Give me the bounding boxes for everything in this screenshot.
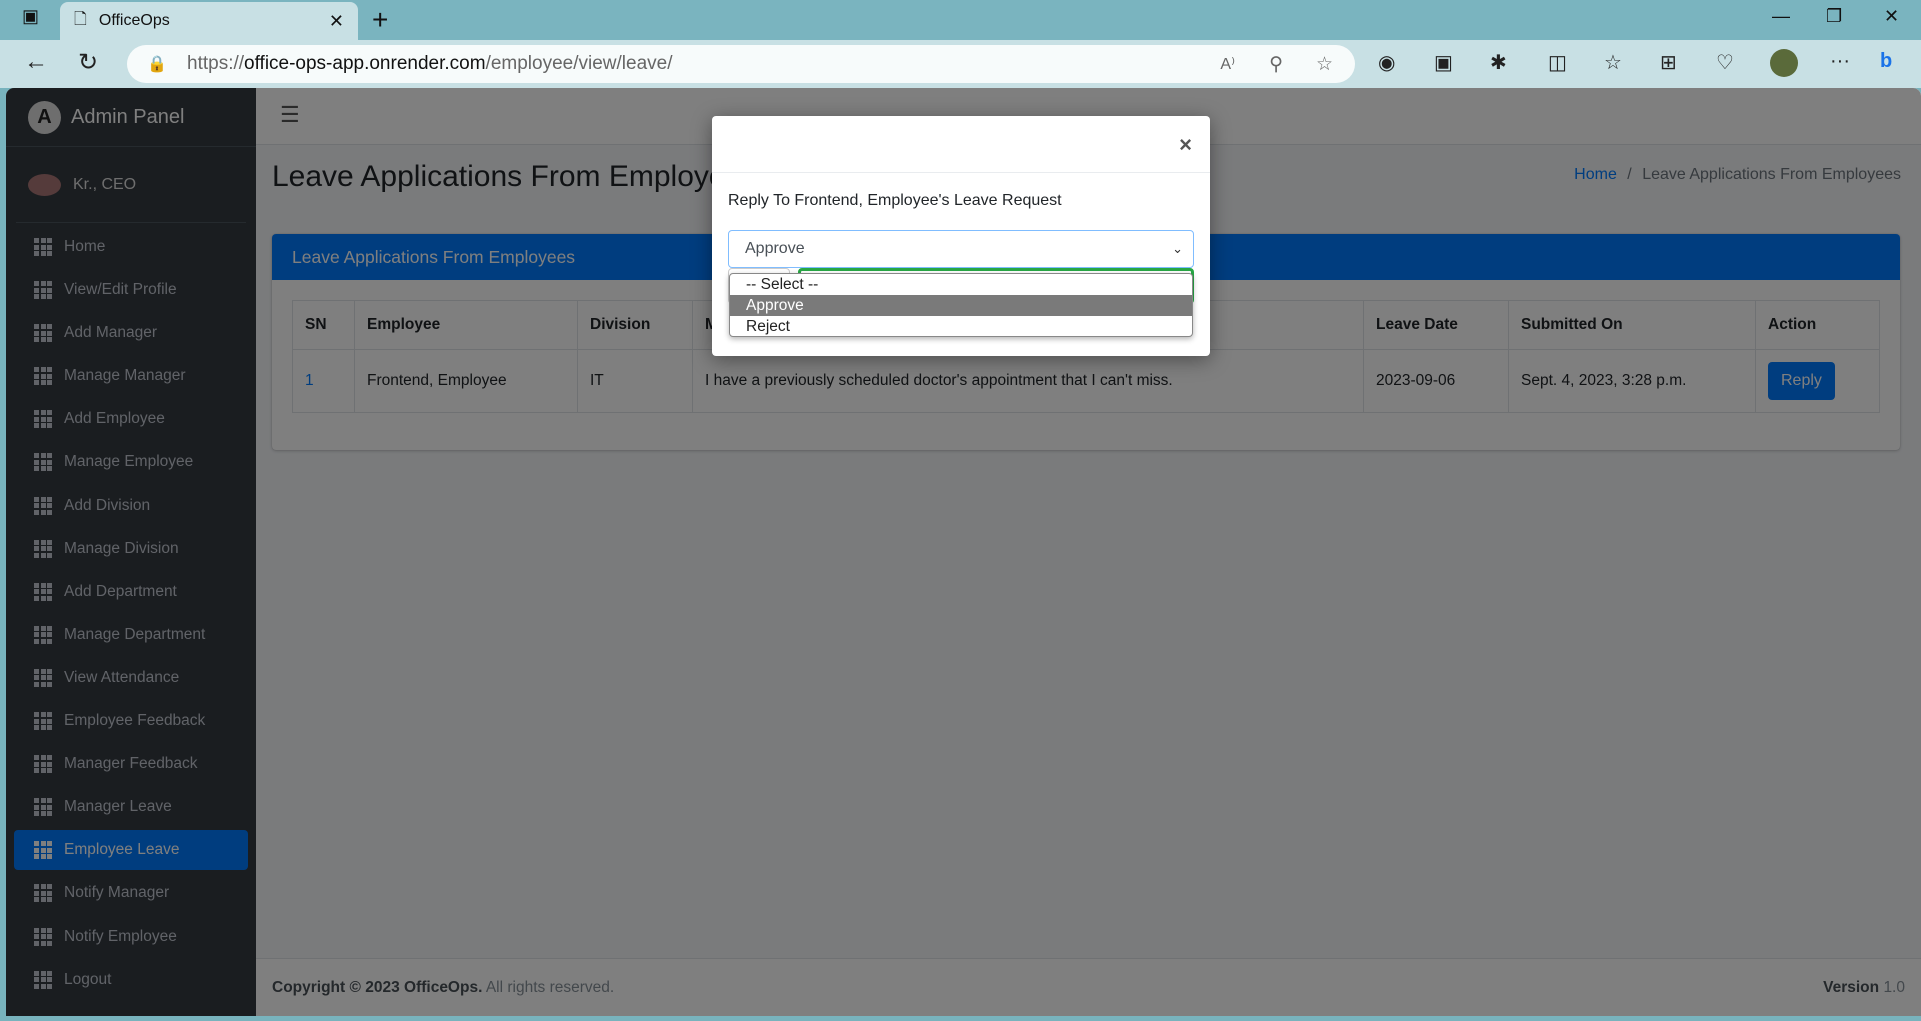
browser-tab[interactable]: 🗋 OfficeOps ✕ [60, 2, 358, 40]
restore-icon[interactable]: ❐ [1826, 6, 1842, 27]
option-select[interactable]: -- Select -- [730, 274, 1192, 295]
option-reject[interactable]: Reject [730, 316, 1192, 336]
tab-actions-icon[interactable]: ▣ [22, 6, 39, 27]
zoom-icon[interactable]: ⚲ [1269, 53, 1283, 76]
close-tab-icon[interactable]: ✕ [329, 11, 344, 32]
favorites-icon[interactable]: ☆ [1604, 50, 1622, 75]
page-icon: 🗋 [74, 10, 87, 28]
select-dropdown-list: -- Select -- Approve Reject [729, 273, 1193, 337]
back-icon[interactable]: ← [24, 48, 48, 76]
more-icon[interactable]: ··· [1830, 50, 1850, 73]
url-path: /employee/view/leave/ [485, 53, 673, 74]
modal-prompt: Reply To Frontend, Employee's Leave Requ… [728, 192, 1062, 209]
bing-icon[interactable]: b [1880, 50, 1892, 73]
collections-icon[interactable]: ⊞ [1660, 50, 1677, 75]
read-aloud-icon[interactable]: A⁾ [1220, 54, 1235, 74]
close-window-icon[interactable]: ✕ [1884, 6, 1899, 27]
tab-title: OfficeOps [98, 12, 170, 29]
select-value: Approve [745, 240, 805, 257]
address-bar-row: ← ↻ 🔒 https://office-ops-app.onrender.co… [0, 40, 1921, 88]
profile-avatar[interactable] [1770, 49, 1798, 77]
picture-in-picture-icon[interactable]: ▣ [1434, 50, 1453, 75]
new-tab-icon[interactable]: + [372, 4, 388, 36]
url-host: office-ops-app.onrender.com [244, 53, 486, 74]
chevron-down-icon: ⌄ [1172, 241, 1183, 256]
lock-icon: 🔒 [147, 56, 167, 73]
close-modal-icon[interactable]: × [1179, 132, 1192, 158]
browser-tab-bar: ▣ 🗋 OfficeOps ✕ + — ❐ ✕ [0, 0, 1921, 40]
favorite-star-icon[interactable]: ☆ [1316, 53, 1333, 76]
split-screen-icon[interactable]: ◫ [1548, 50, 1567, 75]
download-manager-icon[interactable]: ◉ [1378, 50, 1395, 75]
url-scheme: https:// [187, 53, 245, 74]
minimize-icon[interactable]: — [1772, 6, 1790, 27]
modal-header: × [712, 116, 1210, 173]
reply-status-select[interactable]: Approve ⌄ [728, 230, 1194, 268]
option-approve[interactable]: Approve [730, 295, 1192, 316]
extensions-icon[interactable]: ✱ [1490, 50, 1507, 75]
refresh-icon[interactable]: ↻ [78, 48, 98, 77]
url-input[interactable]: 🔒 https://office-ops-app.onrender.com/em… [127, 45, 1355, 83]
health-icon[interactable]: ♡ [1716, 50, 1734, 75]
